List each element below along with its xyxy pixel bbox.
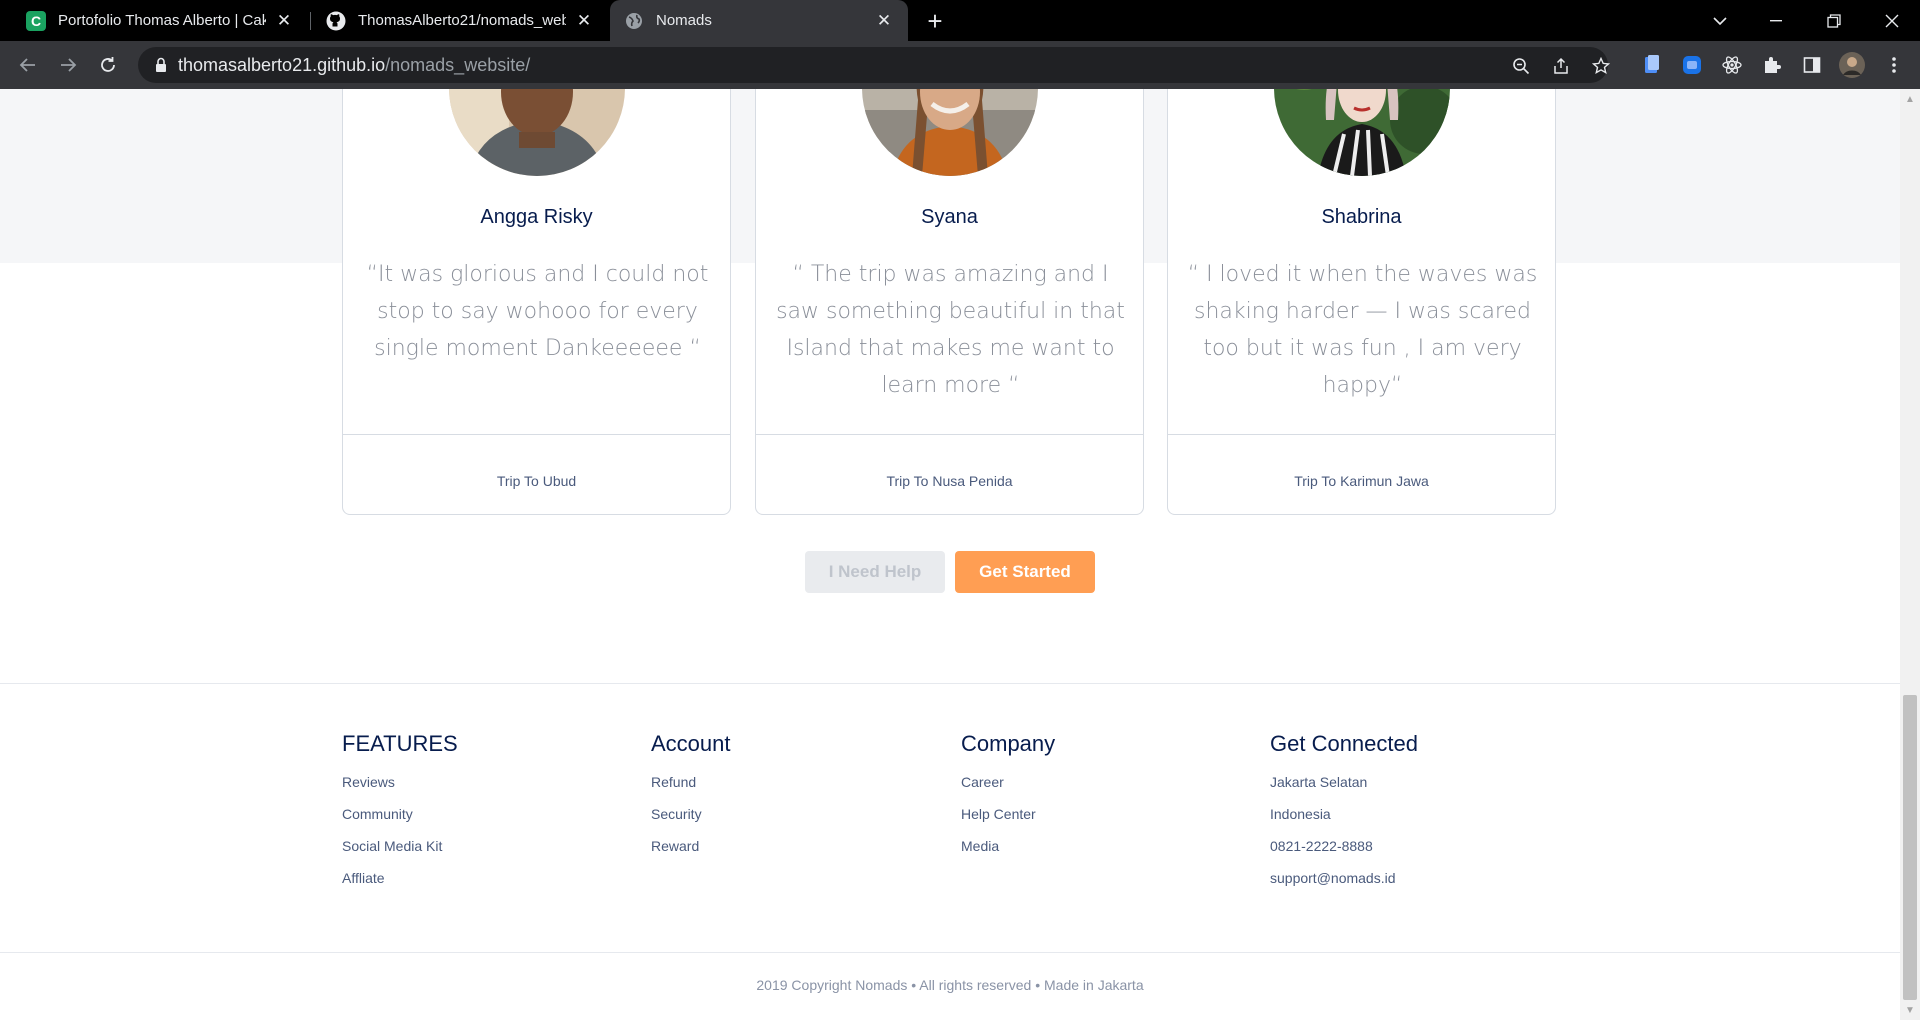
new-tab-plus-icon[interactable]: + <box>920 6 950 36</box>
testimonial-card-angga: Angga Risky “It was glorious and I could… <box>342 89 731 515</box>
footer-link-security[interactable]: Security <box>651 803 731 835</box>
reload-icon[interactable] <box>92 49 124 81</box>
tab-title: ThomasAlberto21/nomads_webs <box>358 12 566 29</box>
tab-title: Portofolio Thomas Alberto | Cake <box>58 12 266 29</box>
footer-link-community[interactable]: Community <box>342 803 458 835</box>
forward-arrow-icon[interactable] <box>52 49 84 81</box>
footer-link-social-media-kit[interactable]: Social Media Kit <box>342 835 458 867</box>
footer-column-company: Company Career Help Center Media <box>961 731 1055 867</box>
testimonial-name: Syana <box>921 206 978 228</box>
footer-heading: FEATURES <box>342 731 458 756</box>
browser-toolbar: thomasalberto21.github.io/nomads_website… <box>0 41 1920 89</box>
avatar <box>449 89 625 176</box>
tab-title: Nomads <box>656 12 712 29</box>
footer-link-affliate[interactable]: Affliate <box>342 867 458 899</box>
testimonial-quote: “It was glorious and I could not stop to… <box>366 262 709 361</box>
close-icon[interactable]: ✕ <box>274 11 294 31</box>
footer-address-city: Jakarta Selatan <box>1270 774 1368 790</box>
minimize-icon[interactable] <box>1750 0 1802 41</box>
share-icon[interactable] <box>1550 55 1572 77</box>
need-help-button[interactable]: I Need Help <box>805 551 945 593</box>
testimonial-name: Angga Risky <box>480 206 593 228</box>
tab-portfolio[interactable]: C Portofolio Thomas Alberto | Cake ✕ <box>12 0 308 41</box>
react-devtools-icon[interactable] <box>1720 53 1744 77</box>
footer-address-country: Indonesia <box>1270 806 1331 822</box>
footer-bottom-divider <box>0 952 1900 953</box>
footer-link-media[interactable]: Media <box>961 835 1055 867</box>
tab-nomads[interactable]: Nomads ✕ <box>610 0 908 41</box>
profile-avatar[interactable] <box>1838 51 1866 79</box>
footer-column-features: FEATURES Reviews Community Social Media … <box>342 731 458 899</box>
page-scrollbar[interactable]: ▲ ▼ <box>1900 89 1920 1020</box>
testimonial-card-syana: Syana “ The trip was amazing and I saw s… <box>755 89 1144 515</box>
avatar <box>1274 89 1450 176</box>
footer-link-reviews[interactable]: Reviews <box>342 771 458 803</box>
github-icon <box>326 11 346 31</box>
footer-link-career[interactable]: Career <box>961 771 1055 803</box>
google-docs-extension-icon[interactable] <box>1640 53 1664 77</box>
url-path: /nomads_website/ <box>385 55 531 75</box>
page-viewport: Angga Risky “It was glorious and I could… <box>0 89 1900 1020</box>
url-text[interactable]: thomasalberto21.github.io/nomads_website… <box>178 55 530 76</box>
menu-kebab-icon[interactable] <box>1882 53 1906 77</box>
testimonial-trip: Trip To Karimun Jawa <box>1294 473 1429 489</box>
tab-search-chevron-icon[interactable] <box>1694 0 1746 41</box>
close-icon[interactable]: ✕ <box>574 11 594 31</box>
avatar <box>862 89 1038 176</box>
testimonial-name: Shabrina <box>1321 206 1402 228</box>
card-divider <box>343 434 730 435</box>
scrollbar-thumb[interactable] <box>1903 695 1917 1000</box>
footer-link-help-center[interactable]: Help Center <box>961 803 1055 835</box>
testimonial-card-shabrina: Shabrina “ I loved it when the waves was… <box>1167 89 1556 515</box>
get-started-button[interactable]: Get Started <box>955 551 1095 593</box>
footer-column-account: Account Refund Security Reward <box>651 731 731 867</box>
footer-email[interactable]: support@nomads.id <box>1270 867 1418 899</box>
footer-link-reward[interactable]: Reward <box>651 835 731 867</box>
browser-tab-bar: C Portofolio Thomas Alberto | Cake ✕ Tho… <box>0 0 1920 41</box>
copyright-text: 2019 Copyright Nomads • All rights reser… <box>756 977 1144 993</box>
side-panel-icon[interactable] <box>1800 53 1824 77</box>
restore-icon[interactable] <box>1808 0 1860 41</box>
tab-separator <box>310 12 311 30</box>
extensions-puzzle-icon[interactable] <box>1760 53 1784 77</box>
blue-extension-icon[interactable] <box>1680 53 1704 77</box>
globe-icon <box>624 11 644 31</box>
card-divider <box>1168 434 1555 435</box>
footer-divider <box>0 683 1900 684</box>
zoom-icon[interactable] <box>1510 55 1532 77</box>
testimonial-quote: “ The trip was amazing and I saw somethi… <box>776 262 1125 398</box>
footer-heading: Get Connected <box>1270 731 1418 756</box>
tab-github[interactable]: ThomasAlberto21/nomads_webs ✕ <box>312 0 608 41</box>
testimonial-quote: “ I loved it when the waves was shaking … <box>1187 262 1538 398</box>
back-arrow-icon[interactable] <box>12 49 44 81</box>
scroll-down-arrow-icon[interactable]: ▼ <box>1900 1002 1920 1018</box>
footer-link-refund[interactable]: Refund <box>651 771 731 803</box>
lock-icon[interactable] <box>152 56 170 74</box>
footer-column-get-connected: Get Connected Jakarta Selatan Indonesia … <box>1270 731 1418 899</box>
address-bar[interactable]: thomasalberto21.github.io/nomads_website… <box>138 47 1610 83</box>
testimonial-trip: Trip To Nusa Penida <box>886 473 1013 489</box>
url-host: thomasalberto21.github.io <box>178 55 386 75</box>
footer-heading: Account <box>651 731 731 756</box>
cake-c-icon: C <box>26 10 46 31</box>
close-icon[interactable]: ✕ <box>874 11 894 31</box>
close-window-icon[interactable] <box>1866 0 1918 41</box>
card-divider <box>756 434 1143 435</box>
scroll-up-arrow-icon[interactable]: ▲ <box>1900 91 1920 107</box>
footer-heading: Company <box>961 731 1056 756</box>
footer-phone: 0821-2222-8888 <box>1270 838 1373 854</box>
testimonial-trip: Trip To Ubud <box>496 473 577 489</box>
bookmark-star-icon[interactable] <box>1590 55 1612 77</box>
